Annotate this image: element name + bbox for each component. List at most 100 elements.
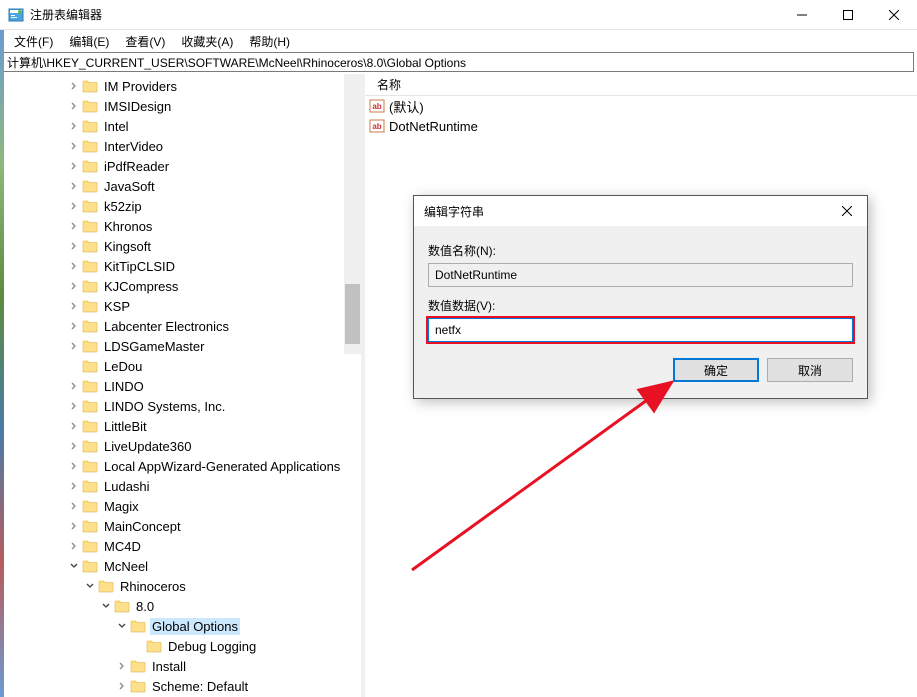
- menu-edit[interactable]: 编辑(E): [61, 31, 117, 52]
- minimize-button[interactable]: [779, 0, 825, 30]
- folder-icon: [82, 519, 98, 533]
- folder-icon: [82, 539, 98, 553]
- cancel-button[interactable]: 取消: [767, 358, 853, 382]
- chevron-right-icon[interactable]: [68, 120, 80, 132]
- value-data-input[interactable]: [428, 318, 853, 342]
- tree-label: InterVideo: [102, 138, 165, 155]
- tree-item[interactable]: iPdfReader: [0, 156, 361, 176]
- tree-panel[interactable]: IM Providers IMSIDesign Intel InterVideoiPd…: [0, 74, 361, 697]
- tree-item[interactable]: KJCompress: [0, 276, 361, 296]
- folder-icon: [130, 659, 146, 673]
- tree-item[interactable]: Magix: [0, 496, 361, 516]
- tree-label: Global Options: [150, 618, 240, 635]
- tree-item[interactable]: LDSGameMaster: [0, 336, 361, 356]
- tree-item[interactable]: JavaSoft: [0, 176, 361, 196]
- chevron-right-icon[interactable]: [68, 400, 80, 412]
- menu-file[interactable]: 文件(F): [6, 31, 61, 52]
- scrollbar-thumb[interactable]: [345, 284, 360, 344]
- tree-item[interactable]: k52zip: [0, 196, 361, 216]
- tree-item[interactable]: LittleBit: [0, 416, 361, 436]
- chevron-right-icon[interactable]: [68, 220, 80, 232]
- dialog-titlebar[interactable]: 编辑字符串: [414, 196, 867, 226]
- tree-label: Install: [150, 658, 188, 675]
- ok-button[interactable]: 确定: [673, 358, 759, 382]
- chevron-right-icon[interactable]: [68, 500, 80, 512]
- tree-item[interactable]: KitTipCLSID: [0, 256, 361, 276]
- address-bar[interactable]: 计算机\HKEY_CURRENT_USER\SOFTWARE\McNeel\Rh…: [3, 52, 914, 72]
- tree-item[interactable]: Khronos: [0, 216, 361, 236]
- svg-text:ab: ab: [372, 102, 381, 111]
- scrollbar[interactable]: [344, 74, 361, 354]
- chevron-down-icon[interactable]: [68, 560, 80, 572]
- chevron-right-icon[interactable]: [68, 420, 80, 432]
- tree-label: IMSIDesign: [102, 98, 173, 115]
- chevron-right-icon[interactable]: [68, 340, 80, 352]
- chevron-right-icon[interactable]: [68, 300, 80, 312]
- chevron-right-icon[interactable]: [68, 240, 80, 252]
- menu-favorites[interactable]: 收藏夹(A): [173, 31, 241, 52]
- chevron-right-icon[interactable]: [68, 100, 80, 112]
- tree-item[interactable]: Debug Logging: [0, 636, 361, 656]
- chevron-right-icon[interactable]: [68, 200, 80, 212]
- chevron-down-icon[interactable]: [116, 620, 128, 632]
- chevron-right-icon[interactable]: [68, 180, 80, 192]
- dialog-close-button[interactable]: [827, 197, 867, 225]
- chevron-right-icon[interactable]: [68, 520, 80, 532]
- tree-item[interactable]: LINDO: [0, 376, 361, 396]
- tree-item[interactable]: Local AppWizard-Generated Applications: [0, 456, 361, 476]
- tree-label: Magix: [102, 498, 141, 515]
- folder-icon: [82, 439, 98, 453]
- maximize-button[interactable]: [825, 0, 871, 30]
- tree-item[interactable]: Ludashi: [0, 476, 361, 496]
- chevron-right-icon[interactable]: [68, 80, 80, 92]
- chevron-right-icon[interactable]: [116, 680, 128, 692]
- chevron-right-icon[interactable]: [68, 320, 80, 332]
- chevron-right-icon[interactable]: [68, 440, 80, 452]
- tree-item[interactable]: MC4D: [0, 536, 361, 556]
- tree-item[interactable]: McNeel: [0, 556, 361, 576]
- chevron-down-icon[interactable]: [84, 580, 96, 592]
- value-name-label: 数值名称(N):: [428, 242, 853, 259]
- tree-item[interactable]: 8.0: [0, 596, 361, 616]
- header-name[interactable]: 名称: [371, 74, 407, 95]
- tree-item[interactable]: IMSIDesign: [0, 96, 361, 116]
- folder-icon: [146, 639, 162, 653]
- tree-label: k52zip: [102, 198, 144, 215]
- folder-icon: [82, 499, 98, 513]
- tree-item[interactable]: MainConcept: [0, 516, 361, 536]
- tree-item[interactable]: Global Options: [0, 616, 361, 636]
- folder-icon: [82, 419, 98, 433]
- chevron-right-icon[interactable]: [68, 260, 80, 272]
- menu-view[interactable]: 查看(V): [117, 31, 173, 52]
- tree-item[interactable]: LeDou: [0, 356, 361, 376]
- tree-item[interactable]: Install: [0, 656, 361, 676]
- chevron-right-icon[interactable]: [68, 160, 80, 172]
- tree-item[interactable]: Rhinoceros: [0, 576, 361, 596]
- list-header[interactable]: 名称: [365, 74, 917, 96]
- tree-item[interactable]: Labcenter Electronics: [0, 316, 361, 336]
- list-row[interactable]: ab(默认): [365, 96, 917, 116]
- chevron-right-icon[interactable]: [68, 540, 80, 552]
- chevron-right-icon[interactable]: [68, 140, 80, 152]
- tree-item[interactable]: Scheme: Default: [0, 676, 361, 696]
- tree-item[interactable]: KSP: [0, 296, 361, 316]
- chevron-right-icon[interactable]: [68, 480, 80, 492]
- chevron-right-icon[interactable]: [116, 660, 128, 672]
- tree-item[interactable]: IM Providers: [0, 76, 361, 96]
- tree-item[interactable]: Intel: [0, 116, 361, 136]
- tree-label: Intel: [102, 118, 131, 135]
- list-row[interactable]: abDotNetRuntime: [365, 116, 917, 136]
- chevron-right-icon[interactable]: [68, 380, 80, 392]
- tree-item[interactable]: LiveUpdate360: [0, 436, 361, 456]
- chevron-right-icon[interactable]: [68, 460, 80, 472]
- menu-help[interactable]: 帮助(H): [241, 31, 298, 52]
- tree-item[interactable]: InterVideo: [0, 136, 361, 156]
- tree-item[interactable]: LINDO Systems, Inc.: [0, 396, 361, 416]
- folder-icon: [130, 619, 146, 633]
- tree-label: LINDO Systems, Inc.: [102, 398, 227, 415]
- chevron-right-icon[interactable]: [68, 280, 80, 292]
- tree-item[interactable]: Kingsoft: [0, 236, 361, 256]
- chevron-down-icon[interactable]: [100, 600, 112, 612]
- close-button[interactable]: [871, 0, 917, 30]
- string-value-icon: ab: [369, 98, 385, 114]
